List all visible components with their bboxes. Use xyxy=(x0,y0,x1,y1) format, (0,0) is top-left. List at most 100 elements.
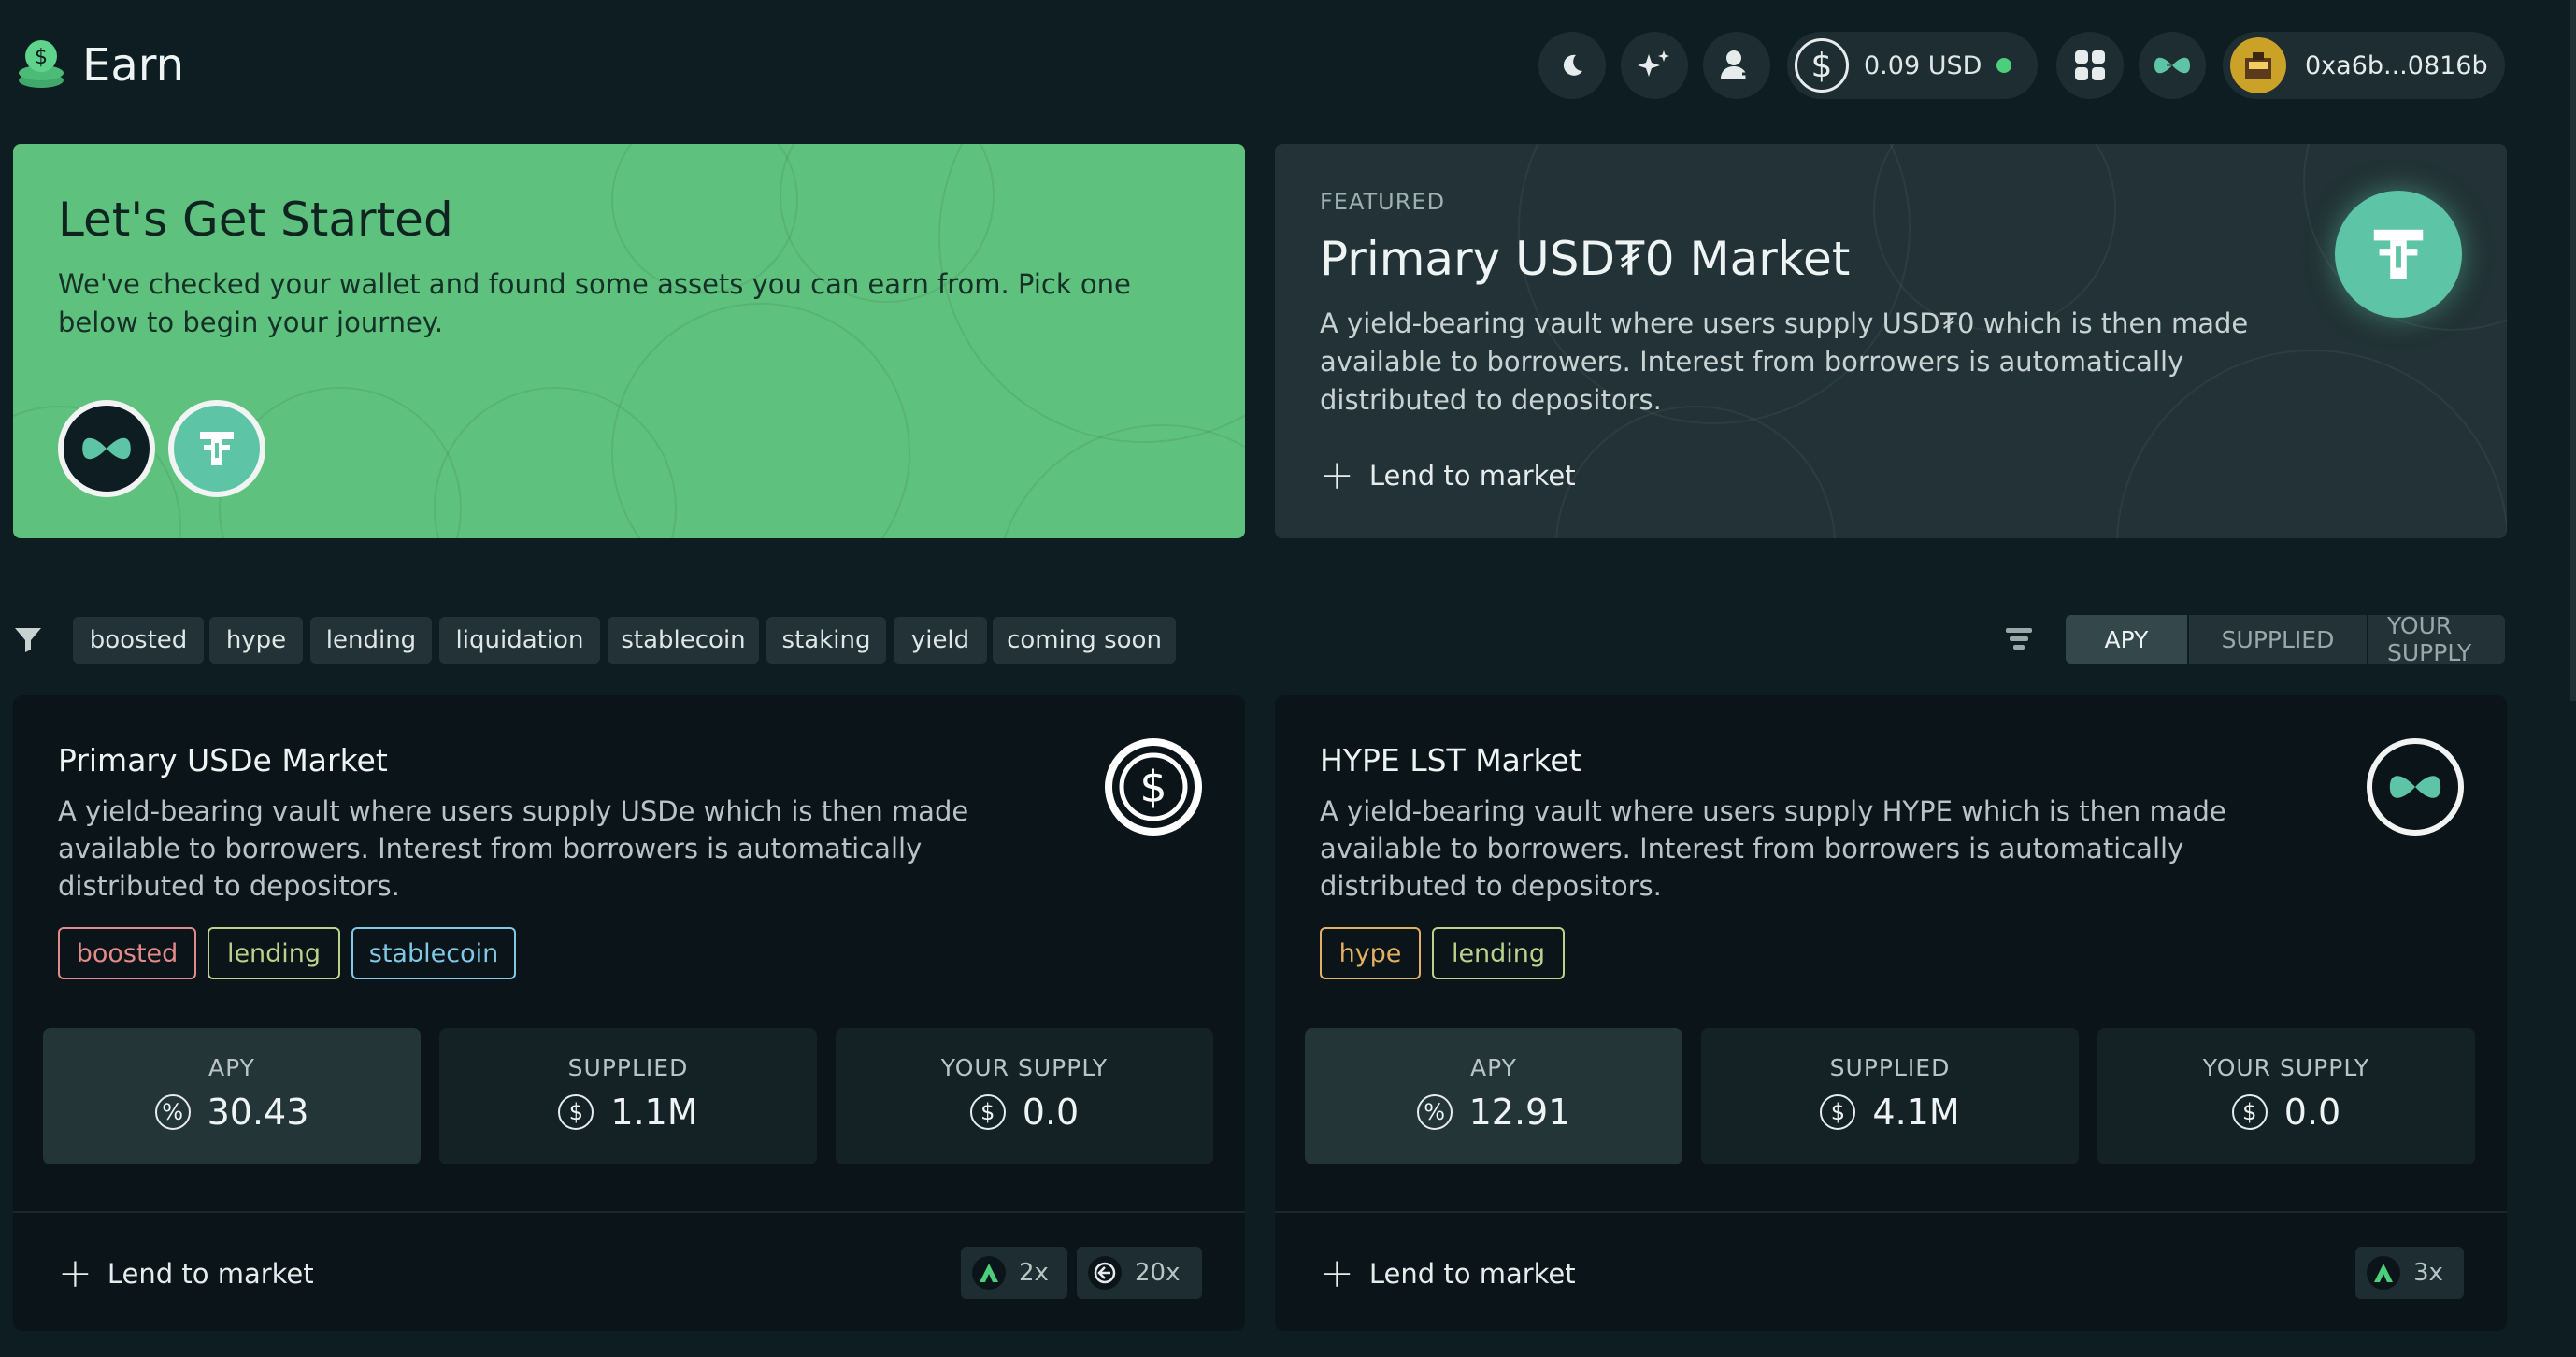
market-title: HYPE LST Market xyxy=(1320,742,1581,778)
filter-chip-yield[interactable]: yield xyxy=(894,617,987,664)
scrollbar[interactable] xyxy=(2570,0,2576,701)
featured-title: Primary USD₮0 Market xyxy=(1320,232,1851,286)
plus-icon: + xyxy=(1320,1250,1354,1297)
featured-lend-label: Lend to market xyxy=(1368,460,1576,492)
filter-chip-staking[interactable]: staking xyxy=(766,617,886,664)
stat-label: SUPPLIED xyxy=(567,1054,689,1081)
balance-pill[interactable]: $ 0.09 USD xyxy=(1787,32,2038,99)
usdt0-token-button[interactable] xyxy=(168,400,265,497)
wallet-pill[interactable]: 0xa6b...0816b xyxy=(2223,32,2505,99)
stat-supplied: SUPPLIED $4.1M xyxy=(1701,1028,2079,1164)
theme-toggle-button[interactable] xyxy=(1538,32,1606,99)
filter-icon[interactable] xyxy=(13,624,43,658)
tag-hype[interactable]: hype xyxy=(1320,927,1421,979)
filter-chip-lending[interactable]: lending xyxy=(310,617,432,664)
dollar-icon: $ xyxy=(558,1094,594,1130)
earn-coins-icon: $ xyxy=(17,37,65,90)
status-dot xyxy=(1996,58,2012,73)
points-logo-icon xyxy=(2367,1256,2400,1290)
filter-chip-liquidation[interactable]: liquidation xyxy=(439,617,600,664)
stat-apy: APY % 30.43 xyxy=(43,1028,421,1164)
balance-value: 0.09 USD xyxy=(1864,50,1982,80)
user-add-icon xyxy=(1721,50,1752,79)
get-started-card: Let's Get Started We've checked your wal… xyxy=(13,144,1245,538)
stat-label: YOUR SUPPLY xyxy=(940,1054,1109,1081)
featured-text: A yield-bearing vault where users supply… xyxy=(1320,307,2249,416)
stat-value: 0.0 xyxy=(2283,1092,2341,1133)
wallet-avatar-icon xyxy=(2230,37,2286,93)
wallet-address: 0xa6b...0816b xyxy=(2305,50,2488,80)
stat-label: SUPPLIED xyxy=(1829,1054,1951,1081)
network-button[interactable] xyxy=(2139,32,2206,99)
sort-your-supply-button[interactable]: YOUR SUPPLY xyxy=(2367,615,2505,664)
stat-your-supply: YOUR SUPPLY $0.0 xyxy=(2097,1028,2475,1164)
featured-label: FEATURED xyxy=(1320,189,1446,215)
tag-boosted[interactable]: boosted xyxy=(58,927,196,979)
card-divider xyxy=(13,1211,1245,1213)
percent-icon: % xyxy=(154,1094,191,1130)
page-title: Earn xyxy=(82,39,185,92)
multiplier-value: 2x xyxy=(1019,1259,1049,1287)
stat-label: APY xyxy=(1470,1054,1517,1081)
dollar-icon: $ xyxy=(1820,1094,1856,1130)
points-multiplier-badge[interactable]: 20x xyxy=(1077,1247,1202,1299)
usde-logo: $ xyxy=(1105,738,1202,836)
plus-icon: + xyxy=(1320,451,1354,499)
stat-value: 4.1M xyxy=(1872,1092,1960,1133)
lend-to-market-button[interactable]: + Lend to market xyxy=(1320,1250,1576,1297)
points-multiplier-badge[interactable]: 3x xyxy=(2355,1247,2464,1299)
points-multiplier-badge[interactable]: 2x xyxy=(961,1247,1067,1299)
hype-logo xyxy=(2367,738,2464,836)
grid-apps-icon xyxy=(2075,50,2105,80)
svg-text:$: $ xyxy=(1139,762,1166,812)
multiplier-value: 3x xyxy=(2413,1259,2443,1287)
tether-logo-icon xyxy=(2373,229,2424,279)
dollar-icon: $ xyxy=(2231,1094,2268,1130)
account-button[interactable] xyxy=(1703,32,1770,99)
tether-logo-icon xyxy=(200,432,234,465)
hype-logo-icon xyxy=(2389,776,2441,798)
filter-chip-stablecoin[interactable]: stablecoin xyxy=(608,617,759,664)
filter-chip-coming-soon[interactable]: coming soon xyxy=(993,617,1176,664)
stat-value: 0.0 xyxy=(1022,1092,1080,1133)
hype-logo-icon xyxy=(2154,57,2190,74)
tag-lending[interactable]: lending xyxy=(208,927,340,979)
market-card-usde[interactable]: Primary USDe Market A yield-bearing vaul… xyxy=(13,695,1245,1331)
filter-chip-boosted[interactable]: boosted xyxy=(73,617,204,664)
plus-icon: + xyxy=(58,1250,93,1297)
stat-value: 12.91 xyxy=(1468,1092,1571,1133)
sort-icon[interactable] xyxy=(2004,624,2036,658)
stat-value: 1.1M xyxy=(610,1092,698,1133)
stat-apy: APY % 12.91 xyxy=(1305,1028,1682,1164)
svg-text:$: $ xyxy=(35,46,48,69)
usde-dollar-icon: $ xyxy=(1112,746,1195,828)
stat-value: 30.43 xyxy=(207,1092,309,1133)
market-card-hype-lst[interactable]: HYPE LST Market A yield-bearing vault wh… xyxy=(1275,695,2507,1331)
multiplier-value: 20x xyxy=(1135,1259,1181,1287)
lend-to-market-button[interactable]: + Lend to market xyxy=(58,1250,314,1297)
hero-title: Let's Get Started xyxy=(58,193,453,247)
hype-token-button[interactable] xyxy=(58,400,155,497)
lend-label: Lend to market xyxy=(107,1258,314,1290)
usdt0-logo xyxy=(2335,191,2462,318)
card-divider xyxy=(1275,1211,2507,1213)
tag-lending[interactable]: lending xyxy=(1432,927,1565,979)
featured-lend-button[interactable]: + Lend to market xyxy=(1320,451,1576,499)
sort-apy-button[interactable]: APY xyxy=(2066,615,2187,664)
tag-stablecoin[interactable]: stablecoin xyxy=(351,927,516,979)
lend-label: Lend to market xyxy=(1368,1258,1576,1290)
featured-card: FEATURED Primary USD₮0 Market A yield-be… xyxy=(1275,144,2507,538)
sparkles-button[interactable] xyxy=(1621,32,1688,99)
points-logo-icon xyxy=(972,1256,1006,1290)
stat-label: YOUR SUPPLY xyxy=(2202,1054,2370,1081)
dollar-icon: $ xyxy=(1795,38,1849,93)
filter-chip-hype[interactable]: hype xyxy=(209,617,303,664)
market-description: A yield-bearing vault where users supply… xyxy=(1320,795,2226,902)
sort-segmented-control: APY SUPPLIED YOUR SUPPLY xyxy=(2066,615,2505,664)
dollar-icon: $ xyxy=(969,1094,1006,1130)
apps-button[interactable] xyxy=(2056,32,2124,99)
sort-supplied-button[interactable]: SUPPLIED xyxy=(2187,615,2367,664)
partner-logo-icon xyxy=(1088,1256,1122,1290)
moon-icon xyxy=(1563,54,1582,76)
market-title: Primary USDe Market xyxy=(58,742,388,778)
